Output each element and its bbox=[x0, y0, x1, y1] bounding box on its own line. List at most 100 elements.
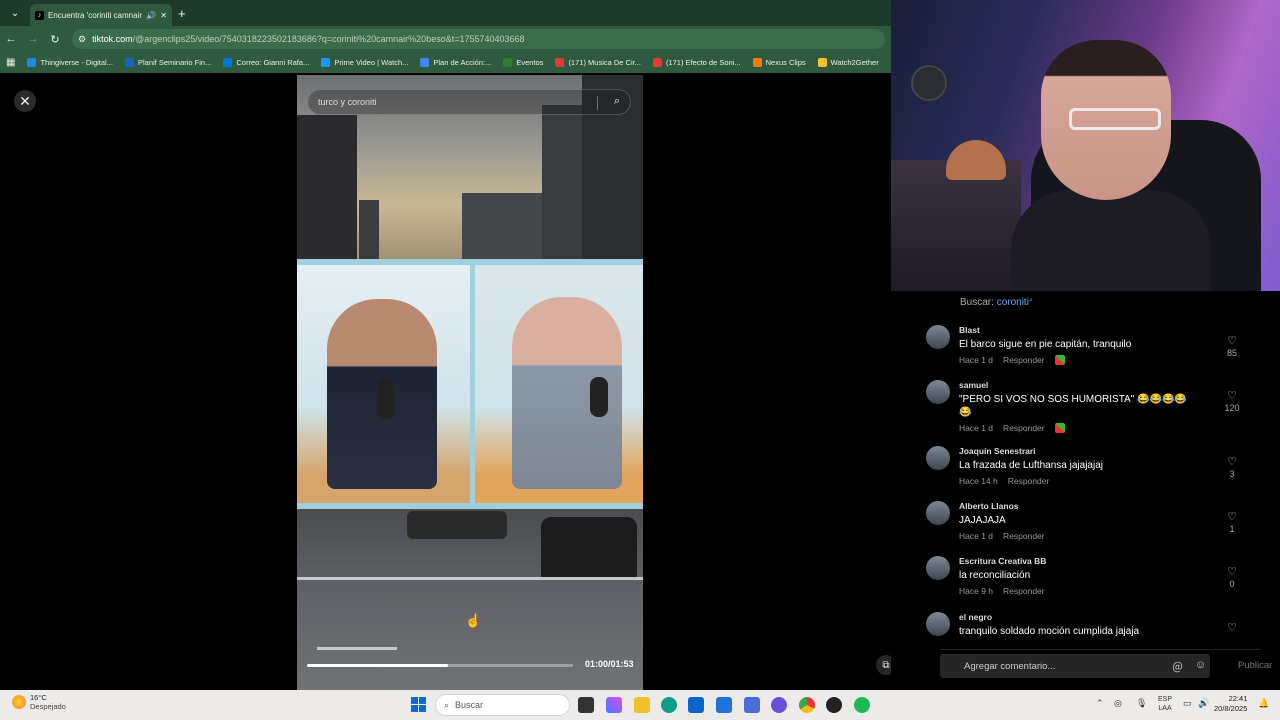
edge-icon[interactable] bbox=[661, 697, 677, 713]
search-icon[interactable]: ⌕ bbox=[614, 95, 620, 108]
mention-icon[interactable]: ＠ bbox=[1172, 659, 1183, 675]
search-divider bbox=[597, 96, 598, 110]
streamer-glasses bbox=[1069, 108, 1161, 130]
obs-icon[interactable] bbox=[826, 697, 842, 713]
site-info-icon[interactable]: ⚙ bbox=[78, 34, 86, 45]
streamer-body bbox=[1011, 190, 1211, 291]
reply-button[interactable]: Responder bbox=[1003, 355, 1045, 365]
browser-tab-bar: ⌄ ♪ Encuentra 'coriniti camnair' 🔊 ✕ + bbox=[0, 0, 891, 26]
store-icon[interactable] bbox=[716, 697, 732, 713]
search-hint-label: Buscar: bbox=[960, 297, 994, 308]
search-hint-term[interactable]: coroniti bbox=[997, 297, 1029, 308]
avatar[interactable] bbox=[926, 325, 950, 349]
video-frame-car bbox=[541, 517, 637, 579]
like-control[interactable]: ♡ 1 bbox=[1217, 510, 1247, 534]
like-control[interactable]: ♡ 120 bbox=[1217, 389, 1247, 413]
avatar[interactable] bbox=[926, 501, 950, 525]
reply-button[interactable]: Responder bbox=[1003, 586, 1045, 596]
bookmark-item[interactable]: Thingiverse - Digital... bbox=[21, 58, 119, 67]
like-control[interactable]: ♡ 0 bbox=[1217, 565, 1247, 589]
tray-app-icon[interactable]: ◎ bbox=[1114, 698, 1122, 709]
avatar[interactable] bbox=[926, 612, 950, 636]
reply-button[interactable]: Responder bbox=[1008, 476, 1050, 486]
heart-icon[interactable]: ♡ bbox=[1217, 510, 1247, 523]
heart-icon[interactable]: ♡ bbox=[1217, 389, 1247, 402]
back-icon[interactable]: ← bbox=[0, 33, 22, 45]
file-explorer-icon[interactable] bbox=[634, 697, 650, 713]
forward-icon[interactable]: → bbox=[22, 33, 44, 45]
heart-icon[interactable]: ♡ bbox=[1217, 621, 1247, 634]
outlook-icon[interactable] bbox=[688, 697, 704, 713]
bookmark-favicon-icon bbox=[223, 58, 233, 67]
video-frame-building bbox=[297, 115, 357, 259]
heart-icon[interactable]: ♡ bbox=[1217, 565, 1247, 578]
comment-text: La frazada de Lufthansa jajajajaj bbox=[959, 460, 1103, 471]
language-indicator[interactable]: ESP LAA bbox=[1158, 695, 1172, 713]
volume-icon[interactable]: 🔊 bbox=[1198, 698, 1209, 709]
reload-icon[interactable]: ↻ bbox=[44, 33, 66, 46]
tab-list-chevron-icon[interactable]: ⌄ bbox=[4, 3, 26, 23]
bookmark-item[interactable]: Prime Video | Watch... bbox=[315, 58, 414, 67]
speaker-icon[interactable]: 🔊 bbox=[146, 11, 156, 20]
bookmark-favicon-icon bbox=[752, 58, 762, 67]
close-tab-icon[interactable]: ✕ bbox=[160, 11, 167, 20]
video-frame-car bbox=[407, 511, 507, 539]
bookmark-item[interactable]: Planif Seminario Fin... bbox=[119, 58, 217, 67]
avatar[interactable] bbox=[926, 446, 950, 470]
taskbar-search[interactable]: ⌕ Buscar bbox=[435, 694, 570, 716]
heart-icon[interactable]: ♡ bbox=[1217, 334, 1247, 347]
app-icon[interactable] bbox=[744, 697, 760, 713]
weather-widget[interactable]: 16°C Despejado bbox=[12, 693, 66, 711]
tray-chevron-up-icon[interactable]: ⌃ bbox=[1096, 698, 1104, 709]
apps-grid-icon[interactable]: ▦ bbox=[0, 57, 21, 68]
bookmark-item[interactable]: Correo: Gianni Rafa... bbox=[217, 58, 315, 67]
avatar[interactable] bbox=[926, 380, 950, 404]
comment-item: Alberto Llanos JAJAJAJA Hace 1 d Responder ♡… bbox=[926, 501, 1269, 541]
bookmark-label: (171) Efecto de Soni... bbox=[665, 58, 741, 67]
search-icon: ⌕ bbox=[1028, 297, 1033, 304]
url-field[interactable]: ⚙ tiktok.com/@argenclips25/video/7540318… bbox=[72, 29, 885, 49]
avatar[interactable] bbox=[926, 556, 950, 580]
taskbar-clock[interactable]: 22:41 20/8/2025 bbox=[1214, 694, 1247, 714]
task-view-icon[interactable] bbox=[578, 697, 594, 713]
like-control[interactable]: ♡ bbox=[1217, 621, 1247, 635]
reply-button[interactable]: Responder bbox=[1003, 423, 1045, 433]
video-progress-bar[interactable] bbox=[307, 664, 573, 667]
comment-age: Hace 1 d bbox=[959, 531, 994, 541]
video-player[interactable]: turco y coroniti ⌕ ☝ 01:00/01:53 bbox=[297, 75, 643, 690]
comment-input[interactable]: Agregar comentario... bbox=[940, 654, 1210, 678]
notifications-bell-icon[interactable]: 🔔 bbox=[1258, 698, 1269, 709]
close-icon[interactable]: ✕ bbox=[14, 90, 36, 112]
bookmark-label: Eventos bbox=[516, 58, 544, 67]
bookmarks-bar: ▦ Thingiverse - Digital... Planif Seminar… bbox=[0, 52, 891, 73]
like-control[interactable]: ♡ 85 bbox=[1217, 334, 1247, 358]
road-line bbox=[317, 647, 397, 650]
tiktok-icon: ♪ bbox=[35, 10, 44, 20]
heart-icon[interactable]: ♡ bbox=[1217, 455, 1247, 468]
bookmark-item[interactable]: Plan de Acción:... bbox=[414, 58, 497, 67]
windows-start-icon[interactable] bbox=[411, 697, 426, 712]
discord-icon[interactable] bbox=[771, 697, 787, 713]
bookmark-favicon-icon bbox=[817, 58, 827, 67]
like-control[interactable]: ♡ 3 bbox=[1217, 455, 1247, 479]
browser-tab-active[interactable]: ♪ Encuentra 'coriniti camnair' 🔊 ✕ bbox=[30, 4, 172, 26]
chrome-icon[interactable] bbox=[799, 697, 815, 713]
spotify-icon[interactable] bbox=[854, 697, 870, 713]
bookmark-item[interactable]: (171) Musica De Cir... bbox=[549, 58, 647, 67]
taskbar-search-placeholder: Buscar bbox=[455, 700, 484, 710]
emoji-icon[interactable]: ☺ bbox=[1195, 659, 1206, 671]
bookmark-item[interactable]: (171) Efecto de Soni... bbox=[647, 58, 747, 67]
comment-search-hint[interactable]: Buscar: coroniti⌕ bbox=[960, 297, 1033, 308]
publish-button[interactable]: Publicar bbox=[1238, 660, 1272, 671]
like-count: 0 bbox=[1229, 579, 1235, 589]
reply-button[interactable]: Responder bbox=[1003, 531, 1045, 541]
copilot-icon[interactable] bbox=[606, 697, 622, 713]
microphone-icon[interactable]: 🎙 bbox=[1136, 698, 1147, 709]
creator-liked-badge-icon bbox=[1054, 423, 1065, 433]
new-tab-button[interactable]: + bbox=[178, 6, 186, 21]
video-search-input[interactable]: turco y coroniti ⌕ bbox=[307, 89, 631, 115]
bookmark-item[interactable]: Eventos bbox=[497, 58, 549, 67]
network-icon[interactable]: ▭ bbox=[1183, 698, 1192, 709]
bookmark-item[interactable]: Watch2Gether bbox=[812, 58, 885, 67]
bookmark-item[interactable]: Nexus Clips bbox=[747, 58, 812, 67]
